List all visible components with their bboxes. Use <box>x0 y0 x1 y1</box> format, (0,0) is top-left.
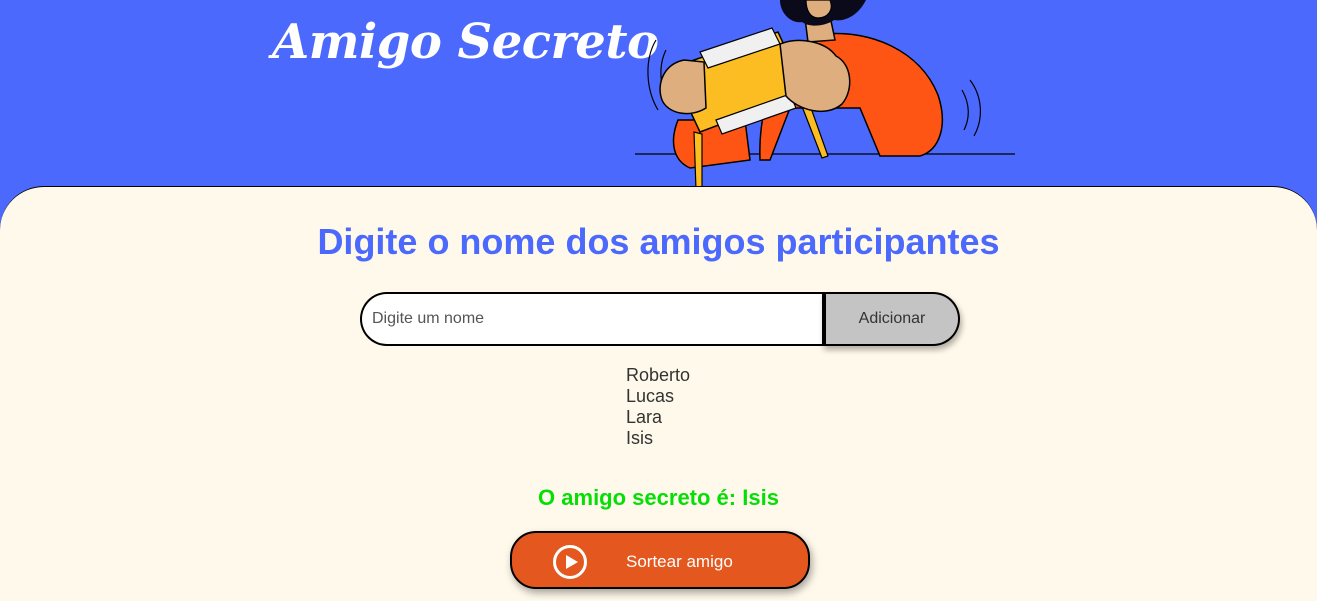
add-friend-button[interactable]: Adicionar <box>822 292 960 346</box>
friend-list-item: Roberto <box>626 365 691 385</box>
header-banner: Amigo Secreto <box>0 0 1317 200</box>
section-title: Digite o nome dos amigos participantes <box>317 221 1000 262</box>
result-name: Isis <box>742 485 779 510</box>
app-title: Amigo Secreto <box>272 14 659 70</box>
draw-button-label: Sortear amigo <box>626 552 733 571</box>
draw-friend-button[interactable]: Sortear amigo <box>510 531 810 589</box>
friends-list: Roberto Lucas Lara Isis <box>626 365 690 449</box>
result-prefix: O amigo secreto é: <box>538 485 737 510</box>
friend-list-item: Lara <box>626 407 663 427</box>
draw-result: O amigo secreto é: Isis <box>0 485 1317 511</box>
play-circle-icon <box>553 545 587 579</box>
friend-name-input[interactable] <box>360 292 826 346</box>
friend-list-item: Isis <box>626 428 653 448</box>
add-friend-form: Adicionar <box>360 292 960 346</box>
main-panel: Digite o nome dos amigos participantes A… <box>0 186 1317 601</box>
friend-list-item: Lucas <box>626 386 675 406</box>
person-holding-gift-box-illustration <box>635 0 1015 190</box>
